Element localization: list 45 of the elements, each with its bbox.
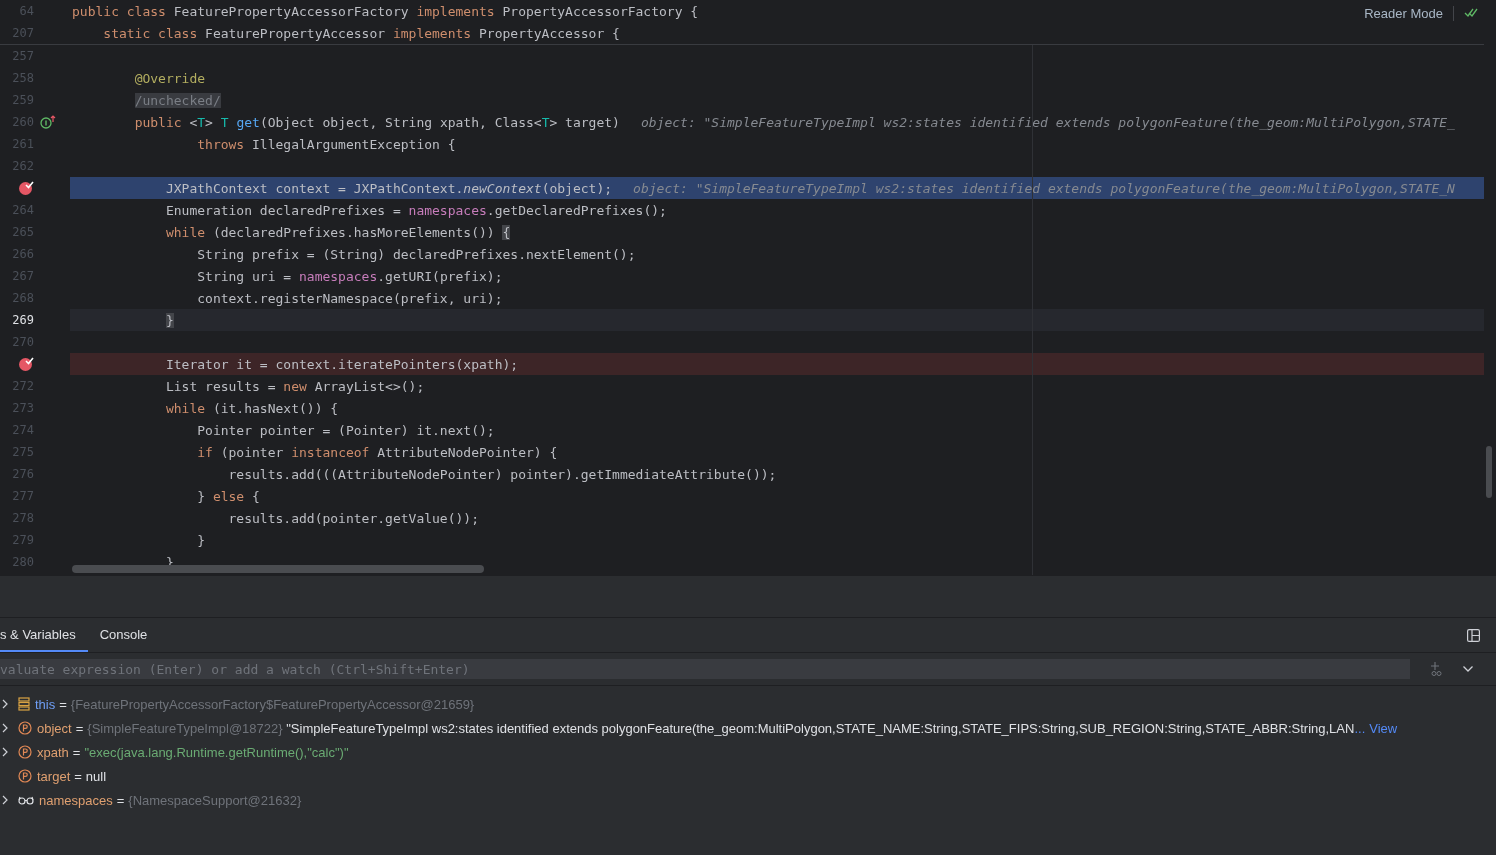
- panel-tab[interactable]: Console: [87, 618, 160, 652]
- code-line: while (it.hasNext()) {: [164, 400, 339, 416]
- equals-sign: =: [116, 792, 125, 808]
- sticky-code-line[interactable]: static class FeaturePropertyAccessor implements PropertyAccessor {: [72, 25, 620, 41]
- equals-sign: =: [75, 720, 84, 736]
- code-line: if (pointer instanceof AttributeNodePointer) {: [196, 444, 558, 460]
- variable-name: target: [37, 768, 71, 784]
- code-line: throws IllegalArgumentException {: [196, 136, 456, 152]
- line-number: 269: [11, 313, 34, 327]
- equals-sign: =: [74, 768, 82, 784]
- code-line: } else {: [196, 488, 260, 504]
- code-line: while (declaredPrefixes.hasMoreElements()) {: [164, 224, 511, 240]
- code-line: results.add(((AttributeNodePointer) pointer).getImmediateAttribute());: [227, 466, 777, 482]
- code-line: results.add(pointer.getValue());: [227, 510, 479, 526]
- evaluate-expression-field[interactable]: valuate expression (Enter) or add a watch (Ctrl+Shift+Enter): [0, 659, 1410, 679]
- variable-name: xpath: [37, 744, 69, 760]
- variable-name: object: [37, 720, 72, 736]
- code-line: List results = new ArrayList<>();: [164, 378, 425, 394]
- variable-value: "SimpleFeatureTypeImpl ws2:states identified extends polygonFeature(the_geom:MultiPolygon,STATE_NAME:String,STATE_FIPS:String,SUB_REGION:String,STATE_ABBR:String,LAN: [286, 720, 1355, 736]
- ellipsis: ...: [1354, 720, 1366, 736]
- inline-value-hint: object: "SimpleFeatureTypeImpl ws2:states identified extends polygonFeature(the_geom:MultiPolygon,STATE_: [640, 114, 1455, 130]
- reader-mode-button[interactable]: Reader Mode: [1364, 5, 1454, 21]
- code-line: Enumeration declaredPrefixes = namespaces.getDeclaredPrefixes();: [164, 202, 667, 218]
- code-line: String prefix = (String) declaredPrefixes.nextElement();: [196, 246, 636, 262]
- variable-type: {NamespaceSupport@21632}: [128, 792, 302, 808]
- code-line: @Override: [133, 70, 206, 86]
- code-line: Iterator it = context.iteratePointers(xpath);: [164, 356, 519, 372]
- equals-sign: =: [59, 696, 67, 712]
- panel-tab[interactable]: s & Variables: [0, 618, 88, 652]
- variable-value: null: [85, 768, 107, 784]
- inline-value-hint: object: "SimpleFeatureTypeImpl ws2:states identified extends polygonFeature(the_geom:MultiPolygon,STATE_N: [633, 180, 1455, 196]
- view-link[interactable]: View: [1369, 720, 1398, 736]
- variable-name: this: [35, 696, 56, 712]
- code-line: public <T> T get(Object object, String xpath, Class<T> target): [133, 114, 620, 130]
- equals-sign: =: [72, 744, 81, 760]
- code-line: JXPathContext context = JXPathContext.newContext(object);: [164, 180, 613, 196]
- variable-type: {FeaturePropertyAccessorFactory$FeaturePropertyAccessor@21659}: [70, 696, 475, 712]
- variable-type: {SimpleFeatureTypeImpl@18722}: [87, 720, 283, 736]
- code-line: context.registerNamespace(prefix, uri);: [196, 290, 503, 306]
- code-line: Pointer pointer = (Pointer) it.next();: [196, 422, 495, 438]
- variable-value: "exec(java.lang.Runtime.getRuntime(),"calc")": [84, 744, 349, 760]
- code-line: String uri = namespaces.getURI(prefix);: [196, 268, 503, 284]
- sticky-code-line[interactable]: public class FeaturePropertyAccessorFactory implements PropertyAccessorFactory {: [72, 3, 699, 19]
- code-line: }: [196, 532, 206, 548]
- variable-name: namespaces: [39, 792, 113, 808]
